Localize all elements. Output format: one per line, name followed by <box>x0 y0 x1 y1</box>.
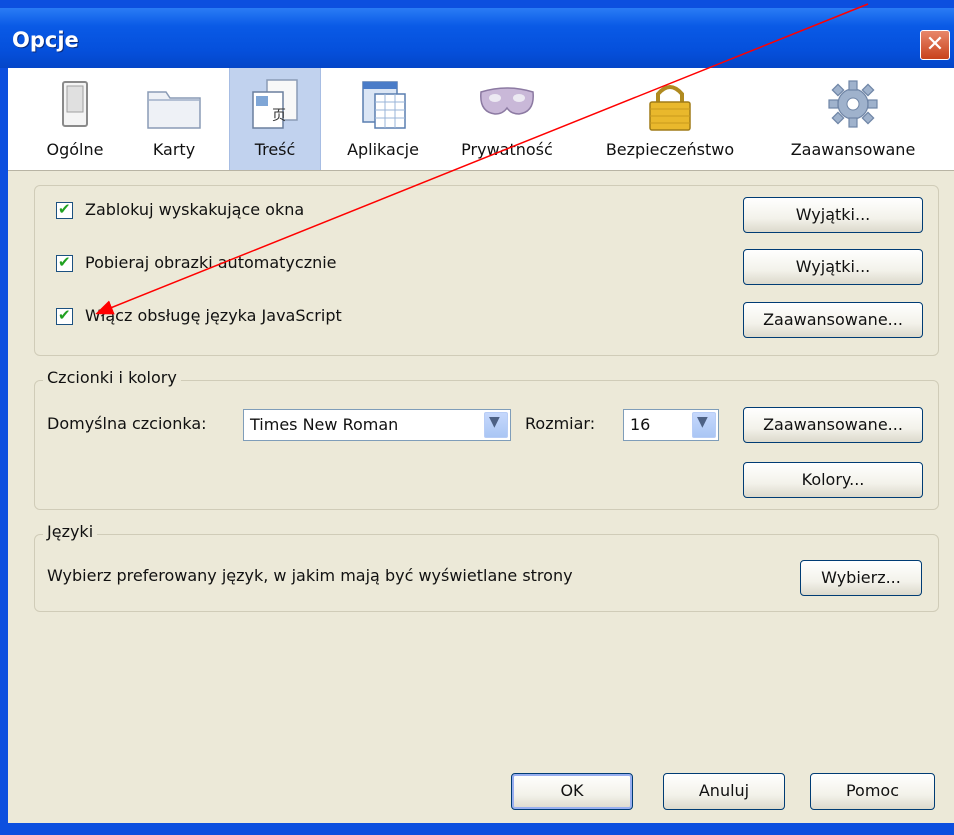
switch-icon <box>62 81 88 127</box>
close-button[interactable]: ✕ <box>920 30 950 60</box>
check-icon: ✔ <box>58 306 71 324</box>
default-font-label: Domyślna czcionka: <box>47 414 207 433</box>
title-bar[interactable]: Opcje ✕ <box>0 8 954 68</box>
default-font-select[interactable]: Times New Roman ▼ <box>243 409 511 441</box>
check-icon: ✔ <box>58 253 71 271</box>
tab-advanced[interactable]: Zaawansowane <box>765 68 941 170</box>
languages-group: Języki Wybierz preferowany język, w jaki… <box>34 522 939 612</box>
close-icon: ✕ <box>925 32 945 57</box>
ok-button[interactable]: OK <box>511 773 633 810</box>
fonts-advanced-button[interactable]: Zaawansowane... <box>743 407 923 443</box>
image-exceptions-button[interactable]: Wyjątki... <box>743 249 923 285</box>
tab-label: Ogólne <box>46 140 104 159</box>
tab-privacy[interactable]: Prywatność <box>448 68 566 170</box>
options-window: Opcje ✕ Ogólne Karty 页 Treść Aplikacje P… <box>0 0 954 835</box>
block-popups-checkbox[interactable]: ✔ <box>56 200 73 219</box>
tab-content[interactable]: 页 Treść <box>229 68 321 170</box>
svg-text:页: 页 <box>272 108 286 124</box>
tab-tabs[interactable]: Karty <box>132 68 216 170</box>
javascript-label: Włącz obsługę języka JavaScript <box>85 306 342 325</box>
font-size-label: Rozmiar: <box>525 414 596 433</box>
content-pane: ✔ Zablokuj wyskakujące okna Wyjątki... ✔… <box>8 171 954 823</box>
colors-button[interactable]: Kolory... <box>743 462 923 498</box>
dropdown-arrow-icon[interactable]: ▼ <box>484 412 508 438</box>
check-icon: ✔ <box>58 200 71 218</box>
popup-exceptions-button[interactable]: Wyjątki... <box>743 197 923 233</box>
folder-tabs-icon <box>147 91 201 129</box>
tab-label: Bezpieczeństwo <box>605 140 735 159</box>
dropdown-arrow-icon[interactable]: ▼ <box>692 412 716 438</box>
tab-label: Aplikacje <box>347 140 419 159</box>
tab-label: Zaawansowane <box>790 140 916 159</box>
tab-applications[interactable]: Aplikacje <box>334 68 432 170</box>
default-font-value: Times New Roman <box>250 415 399 434</box>
gear-icon <box>828 80 878 128</box>
font-size-value: 16 <box>630 415 651 434</box>
padlock-icon <box>649 85 691 131</box>
tab-general[interactable]: Ogólne <box>36 68 114 170</box>
fonts-colors-legend: Czcionki i kolory <box>43 368 181 387</box>
load-images-label: Pobieraj obrazki automatycznie <box>85 253 337 272</box>
load-images-checkbox[interactable]: ✔ <box>56 253 73 272</box>
content-options-group: ✔ Zablokuj wyskakujące okna Wyjątki... ✔… <box>34 185 939 356</box>
content-page-icon: 页 <box>252 79 298 129</box>
tab-label: Karty <box>152 140 196 159</box>
help-button[interactable]: Pomoc <box>810 773 935 810</box>
languages-legend: Języki <box>43 522 98 541</box>
choose-language-button[interactable]: Wybierz... <box>800 560 922 596</box>
javascript-checkbox[interactable]: ✔ <box>56 306 73 325</box>
tab-label: Treść <box>254 140 296 159</box>
fonts-colors-group: Czcionki i kolory Domyślna czcionka: Tim… <box>34 368 939 510</box>
applications-icon <box>362 81 406 129</box>
cancel-button[interactable]: Anuluj <box>663 773 785 810</box>
languages-description: Wybierz preferowany język, w jakim mają … <box>47 566 573 585</box>
tab-label: Prywatność <box>461 140 553 159</box>
window-bottom-border <box>0 823 954 835</box>
block-popups-label: Zablokuj wyskakujące okna <box>85 200 305 219</box>
tab-security[interactable]: Bezpieczeństwo <box>591 68 749 170</box>
javascript-advanced-button[interactable]: Zaawansowane... <box>743 302 923 338</box>
mask-icon <box>480 87 534 115</box>
font-size-select[interactable]: 16 ▼ <box>623 409 719 441</box>
preferences-toolbar: Ogólne Karty 页 Treść Aplikacje Prywatnoś… <box>8 68 954 171</box>
window-title: Opcje <box>12 28 79 52</box>
